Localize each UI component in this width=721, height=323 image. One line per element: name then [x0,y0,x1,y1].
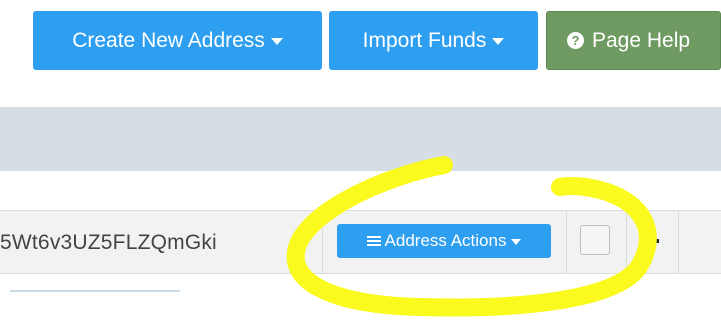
column-divider [322,211,323,273]
column-divider [678,211,679,273]
import-funds-label: Import Funds [362,28,487,52]
column-divider [626,211,627,273]
address-row: 5Wt6v3UZ5FLZQmGki Address Actions [0,210,721,274]
link-underline [10,290,180,292]
page-help-button[interactable]: ? Page Help [546,11,721,70]
chevron-down-icon [492,38,505,45]
question-circle-icon: ? [567,32,584,49]
bars-icon [366,234,381,248]
address-actions-label: Address Actions [384,231,507,250]
create-new-address-button[interactable]: Create New Address [33,11,322,70]
address-text: 5Wt6v3UZ5FLZQmGki [0,231,217,254]
select-checkbox[interactable] [580,225,610,255]
address-actions-button[interactable]: Address Actions [337,224,551,258]
create-new-address-label: Create New Address [72,28,265,52]
import-funds-button[interactable]: Import Funds [329,11,538,70]
minus-icon[interactable] [641,239,659,243]
chevron-down-icon [270,38,283,45]
info-banner [0,107,721,171]
page-help-label: Page Help [592,28,691,52]
chevron-down-icon [511,239,522,245]
column-divider [566,211,567,273]
